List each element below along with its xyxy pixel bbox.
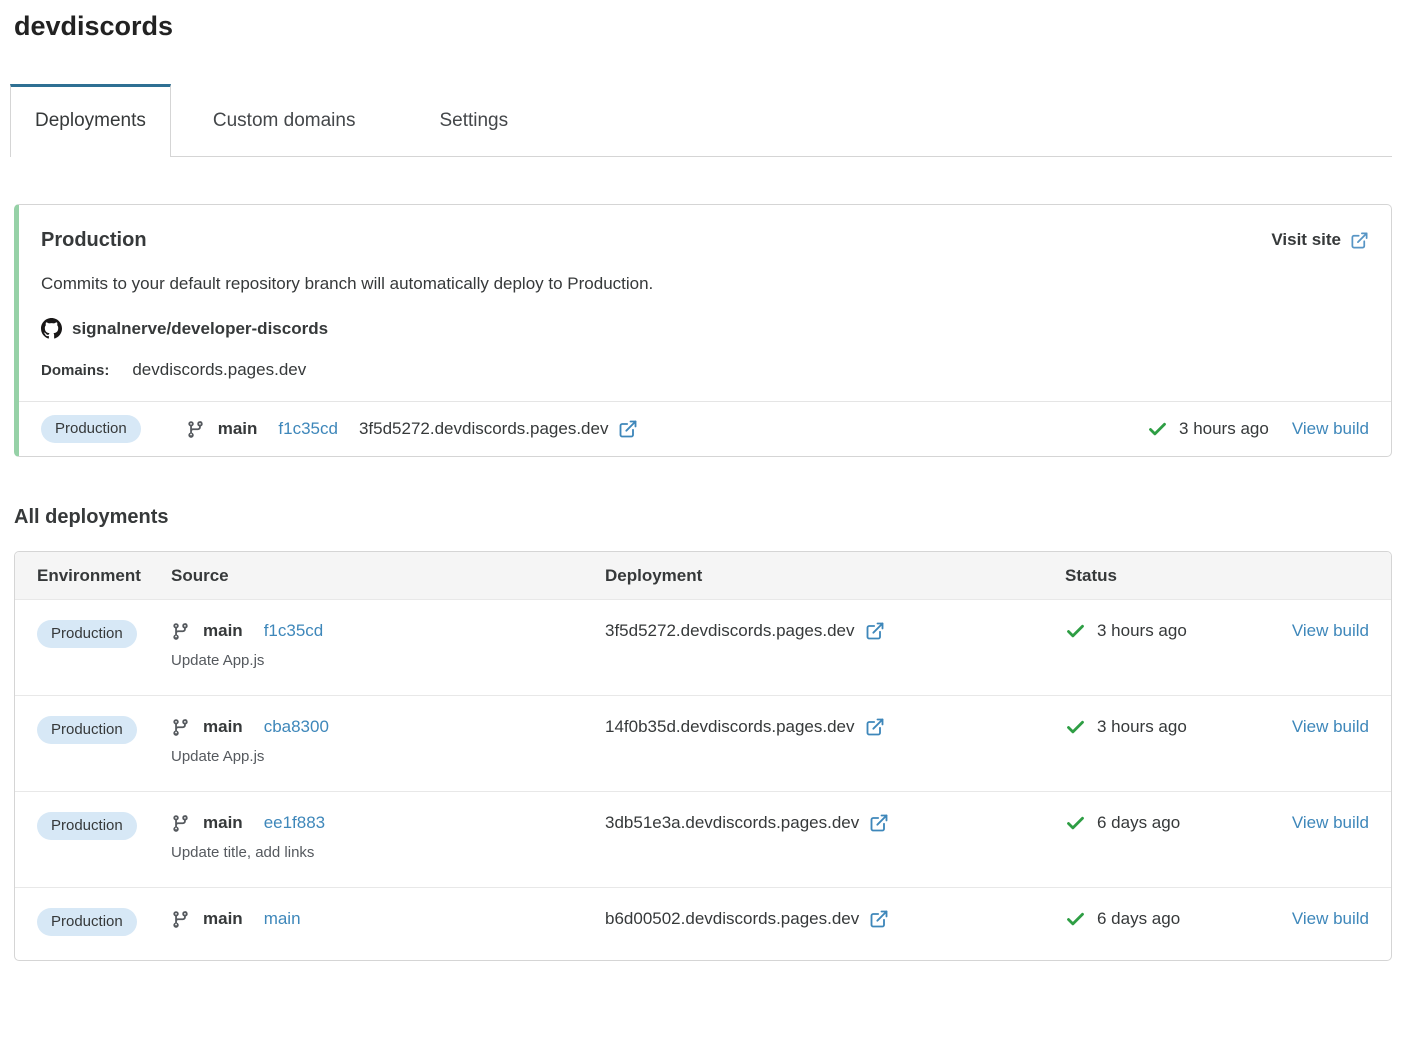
production-card: Production Visit site Commits to your de… — [14, 204, 1392, 457]
success-check-icon — [1065, 813, 1086, 834]
table-row: Production main ee1f883 Update title, ad… — [15, 791, 1391, 887]
deployment-url-group: 3f5d5272.devdiscords.pages.dev — [359, 419, 639, 439]
view-build-link[interactable]: View build — [1292, 717, 1369, 736]
table-row: Production main cba8300 Update App.js 14… — [15, 695, 1391, 791]
tab-bar: Deployments Custom domains Settings — [14, 84, 1392, 157]
branch-name: main — [203, 809, 243, 837]
external-link-icon — [1350, 231, 1369, 250]
status-time: 3 hours ago — [1179, 419, 1269, 439]
view-build-link[interactable]: View build — [1292, 621, 1369, 640]
status-time: 3 hours ago — [1097, 617, 1187, 645]
table-row: Production main f1c35cd Update App.js 3f… — [15, 600, 1391, 695]
branch-name: main — [203, 905, 243, 933]
git-branch-icon — [171, 718, 190, 737]
deployment-url: 3f5d5272.devdiscords.pages.dev — [359, 419, 609, 439]
success-check-icon — [1065, 909, 1086, 930]
domains-row: Domains: devdiscords.pages.dev — [41, 360, 1369, 380]
commit-message: Update title, add links — [171, 842, 605, 863]
commit-message: Update App.js — [171, 746, 605, 767]
table-row: Production main main b6d00502.devdiscord… — [15, 887, 1391, 960]
commit-link[interactable]: ee1f883 — [264, 809, 325, 837]
git-branch-icon — [186, 420, 205, 439]
view-build-link[interactable]: View build — [1292, 909, 1369, 928]
external-link-icon[interactable] — [618, 419, 638, 439]
column-header-environment: Environment — [37, 566, 171, 586]
external-link-icon[interactable] — [865, 621, 885, 641]
table-header-row: Environment Source Deployment Status — [15, 552, 1391, 600]
column-header-source: Source — [171, 566, 605, 586]
branch-name: main — [203, 617, 243, 645]
success-check-icon — [1065, 621, 1086, 642]
column-header-status: Status — [1065, 566, 1284, 586]
status-group: 3 hours ago View build — [1147, 419, 1369, 440]
page-container: devdiscords Deployments Custom domains S… — [14, 10, 1392, 961]
deployment-url: 3db51e3a.devdiscords.pages.dev — [605, 809, 859, 837]
all-deployments-title: All deployments — [14, 505, 1392, 529]
branch-name: main — [203, 713, 243, 741]
branch-name: main — [218, 419, 258, 439]
environment-badge: Production — [37, 620, 137, 648]
success-check-icon — [1065, 717, 1086, 738]
deployments-table: Environment Source Deployment Status Pro… — [14, 551, 1392, 961]
git-branch-icon — [171, 910, 190, 929]
deployment-url: b6d00502.devdiscords.pages.dev — [605, 905, 859, 933]
github-icon — [41, 318, 62, 339]
environment-badge: Production — [37, 908, 137, 936]
commit-message: Update App.js — [171, 650, 605, 671]
repo-name: signalnerve/developer-discords — [72, 319, 328, 339]
repo-link[interactable]: signalnerve/developer-discords — [41, 318, 1369, 339]
tab-settings[interactable]: Settings — [397, 85, 550, 156]
production-card-title: Production — [41, 228, 147, 252]
domains-label: Domains: — [41, 362, 109, 379]
commit-link[interactable]: f1c35cd — [278, 419, 338, 439]
domains-value: devdiscords.pages.dev — [132, 360, 306, 380]
commit-link[interactable]: main — [264, 905, 301, 933]
success-check-icon — [1147, 419, 1168, 440]
git-branch-icon — [171, 622, 190, 641]
tab-deployments[interactable]: Deployments — [10, 84, 171, 157]
environment-badge: Production — [37, 812, 137, 840]
production-deployment-row: Production main f1c35cd 3f5d5272.devdisc… — [19, 401, 1391, 456]
status-time: 6 days ago — [1097, 905, 1180, 933]
visit-site-label: Visit site — [1271, 230, 1341, 250]
page-title: devdiscords — [14, 10, 1392, 42]
production-description: Commits to your default repository branc… — [41, 273, 1369, 295]
view-build-link[interactable]: View build — [1292, 813, 1369, 832]
column-header-deployment: Deployment — [605, 566, 1065, 586]
external-link-icon[interactable] — [869, 813, 889, 833]
environment-badge: Production — [41, 415, 141, 443]
commit-link[interactable]: f1c35cd — [264, 617, 324, 645]
external-link-icon[interactable] — [865, 717, 885, 737]
commit-link[interactable]: cba8300 — [264, 713, 329, 741]
status-time: 3 hours ago — [1097, 713, 1187, 741]
status-time: 6 days ago — [1097, 809, 1180, 837]
environment-badge: Production — [37, 716, 137, 744]
deployment-url: 14f0b35d.devdiscords.pages.dev — [605, 713, 855, 741]
view-build-link[interactable]: View build — [1292, 419, 1369, 439]
visit-site-link[interactable]: Visit site — [1271, 230, 1369, 250]
deployment-url: 3f5d5272.devdiscords.pages.dev — [605, 617, 855, 645]
git-branch-icon — [171, 814, 190, 833]
tab-custom-domains[interactable]: Custom domains — [171, 85, 398, 156]
external-link-icon[interactable] — [869, 909, 889, 929]
source-group: main f1c35cd — [186, 419, 338, 439]
